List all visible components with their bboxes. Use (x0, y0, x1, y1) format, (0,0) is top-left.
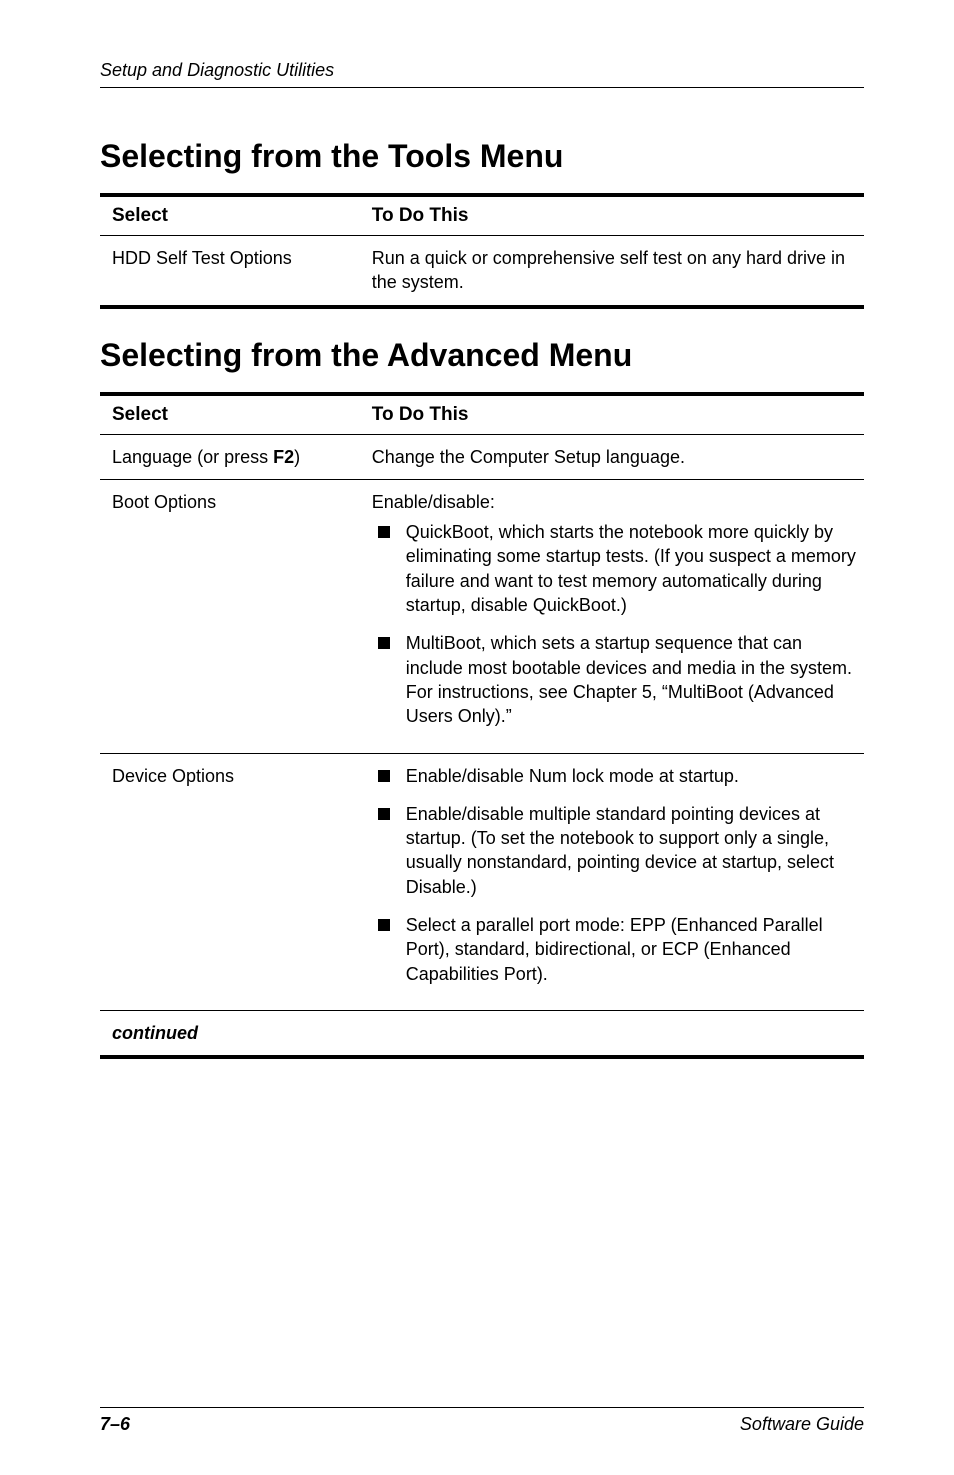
advanced-table: Select To Do This Language (or press F2)… (100, 392, 864, 1060)
continued-label: continued (100, 1011, 864, 1057)
tools-section-title: Selecting from the Tools Menu (100, 138, 864, 175)
list-item: MultiBoot, which sets a startup sequence… (372, 631, 858, 728)
advanced-section-title: Selecting from the Advanced Menu (100, 337, 864, 374)
tools-row1-todo: Run a quick or comprehensive self test o… (360, 236, 864, 307)
adv-lang-select: Language (or press F2) (100, 435, 360, 480)
adv-boot-lead: Enable/disable: (372, 490, 858, 514)
adv-lang-key: F2 (273, 447, 294, 467)
tools-header-todo: To Do This (360, 197, 864, 236)
tools-row1-select: HDD Self Test Options (100, 236, 360, 307)
adv-dev-select: Device Options (100, 754, 360, 1011)
table-row: HDD Self Test Options Run a quick or com… (100, 236, 864, 307)
adv-boot-todo: Enable/disable: QuickBoot, which starts … (360, 480, 864, 753)
footer-page-number: 7–6 (100, 1414, 130, 1435)
adv-lang-pre: Language (or press (112, 447, 273, 467)
running-head: Setup and Diagnostic Utilities (100, 60, 864, 88)
adv-boot-list: QuickBoot, which starts the notebook mor… (372, 520, 858, 728)
tools-header-select: Select (100, 197, 360, 236)
adv-boot-select: Boot Options (100, 480, 360, 753)
tools-table: Select To Do This HDD Self Test Options … (100, 193, 864, 309)
adv-lang-post: ) (294, 447, 300, 467)
footer-doc-title: Software Guide (740, 1414, 864, 1435)
table-row: Device Options Enable/disable Num lock m… (100, 754, 864, 1011)
adv-header-todo: To Do This (360, 396, 864, 435)
list-item: Enable/disable Num lock mode at startup. (372, 764, 858, 788)
page-footer: 7–6 Software Guide (100, 1347, 864, 1435)
table-row: Language (or press F2) Change the Comput… (100, 435, 864, 480)
adv-dev-todo: Enable/disable Num lock mode at startup.… (360, 754, 864, 1011)
page: Setup and Diagnostic Utilities Selecting… (0, 0, 954, 1475)
list-item: QuickBoot, which starts the notebook mor… (372, 520, 858, 617)
adv-header-select: Select (100, 396, 360, 435)
table-row: Boot Options Enable/disable: QuickBoot, … (100, 480, 864, 753)
adv-lang-todo: Change the Computer Setup language. (360, 435, 864, 480)
adv-dev-list: Enable/disable Num lock mode at startup.… (372, 764, 858, 986)
list-item: Select a parallel port mode: EPP (Enhanc… (372, 913, 858, 986)
list-item: Enable/disable multiple standard pointin… (372, 802, 858, 899)
